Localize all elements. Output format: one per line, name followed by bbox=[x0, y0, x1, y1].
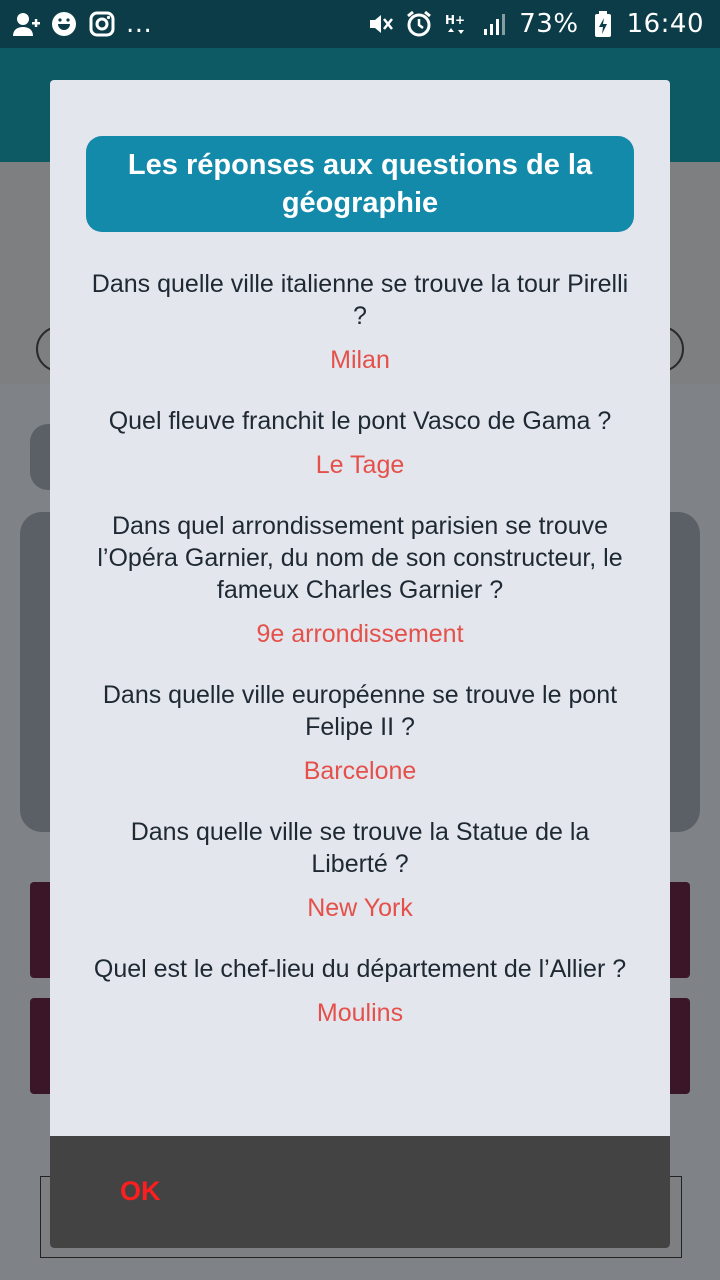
battery-percent: 73% bbox=[519, 9, 579, 39]
status-bar-left: ... bbox=[12, 9, 152, 39]
dialog-title: Les réponses aux questions de la géograp… bbox=[86, 136, 634, 232]
qa-item: Dans quel arrondissement parisien se tro… bbox=[90, 510, 630, 650]
svg-text:H+: H+ bbox=[445, 13, 465, 27]
answer-text: Moulins bbox=[316, 999, 404, 1027]
question-text: Dans quelle ville européenne se trouve l… bbox=[102, 681, 618, 741]
answers-dialog: Les réponses aux questions de la géograp… bbox=[50, 80, 670, 1248]
ok-button[interactable]: OK bbox=[120, 1176, 161, 1207]
question-text: Dans quelle ville se trouve la Statue de… bbox=[130, 818, 590, 878]
mute-icon bbox=[367, 10, 395, 38]
qa-list: Dans quelle ville italienne se trouve la… bbox=[90, 268, 630, 1058]
battery-icon bbox=[589, 10, 617, 38]
alarm-icon bbox=[405, 10, 433, 38]
instagram-icon bbox=[88, 10, 116, 38]
overflow-indicator: ... bbox=[126, 9, 153, 39]
answer-text: 9e arrondissement bbox=[256, 620, 464, 648]
question-text: Dans quel arrondissement parisien se tro… bbox=[97, 512, 623, 604]
smiley-icon bbox=[50, 10, 78, 38]
signal-icon bbox=[481, 10, 509, 38]
question-text: Quel fleuve franchit le pont Vasco de Ga… bbox=[108, 407, 612, 435]
status-bar-right: H+ 73% 16:40 bbox=[367, 9, 704, 39]
add-contact-icon bbox=[12, 10, 40, 38]
qa-item: Dans quelle ville italienne se trouve la… bbox=[90, 268, 630, 376]
hplus-icon: H+ bbox=[443, 10, 471, 38]
clock: 16:40 bbox=[626, 9, 704, 39]
dialog-content[interactable]: Les réponses aux questions de la géograp… bbox=[50, 80, 670, 1136]
qa-item: Dans quelle ville se trouve la Statue de… bbox=[90, 816, 630, 924]
qa-item: Quel est le chef-lieu du département de … bbox=[90, 953, 630, 1029]
qa-item: Dans quelle ville européenne se trouve l… bbox=[90, 679, 630, 787]
question-text: Dans quelle ville italienne se trouve la… bbox=[91, 270, 629, 330]
status-bar: ... H+ 73% 16:40 bbox=[0, 0, 720, 48]
answer-text: Barcelone bbox=[303, 757, 417, 785]
question-text: Quel est le chef-lieu du département de … bbox=[93, 955, 627, 983]
dialog-footer: OK bbox=[50, 1136, 670, 1248]
answer-text: Le Tage bbox=[315, 451, 405, 479]
answer-text: Milan bbox=[330, 346, 390, 374]
qa-item: Quel fleuve franchit le pont Vasco de Ga… bbox=[90, 405, 630, 481]
answer-text: New York bbox=[307, 894, 413, 922]
